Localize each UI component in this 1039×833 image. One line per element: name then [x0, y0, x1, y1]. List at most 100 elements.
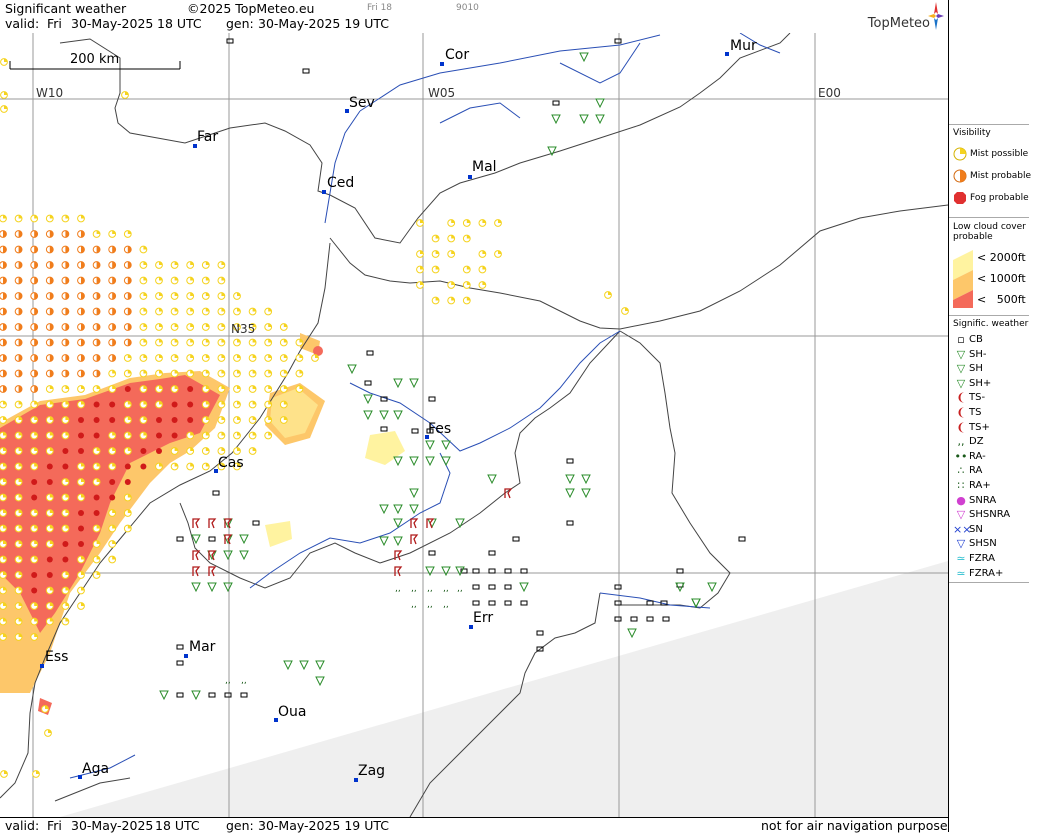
legend-sigwx-item: ▽ SH	[953, 361, 983, 376]
mist-possible-icon	[233, 307, 241, 316]
mist-possible-icon	[248, 307, 257, 316]
mist-possible-icon	[279, 400, 288, 409]
mist-possible-icon	[447, 296, 456, 305]
lowcloud-2000: < 2000ft	[977, 251, 1026, 264]
sigwx-symbol-icon: ××	[953, 522, 972, 536]
shower-icon	[425, 566, 435, 577]
mist-possible-icon	[233, 431, 241, 440]
mist-possible-icon	[61, 416, 70, 424]
city-label-ced: Ced	[327, 175, 355, 191]
mist-probable-icon	[77, 292, 85, 300]
drizzle-icon: ,,	[241, 676, 247, 686]
mist-possible-icon	[170, 354, 179, 362]
shower-icon	[519, 582, 529, 593]
sigwx-symbol-icon: ≃	[956, 552, 966, 565]
legend-divider	[949, 124, 1029, 125]
mist-probable-icon	[30, 276, 39, 285]
city-dot	[440, 62, 444, 66]
mist-possible-icon	[45, 416, 54, 424]
city-label-cor: Cor	[445, 47, 470, 63]
mist-possible-icon	[123, 400, 132, 409]
mist-probable-icon	[77, 307, 85, 316]
mist-probable-icon	[61, 338, 70, 347]
mist-possible-icon	[0, 447, 7, 455]
mist-possible-icon	[123, 509, 132, 517]
mist-possible-icon	[77, 602, 85, 610]
footer-valid-date: 30-May-2025	[71, 818, 154, 833]
mist-possible-icon	[416, 250, 424, 258]
mist-probable-icon	[0, 276, 7, 285]
thunderstorm-icon	[192, 518, 201, 529]
legend-sigwx-item: ❨ TS-	[953, 390, 985, 405]
mist-possible-icon	[279, 354, 288, 362]
city-label-mar: Mar	[189, 639, 216, 655]
mist-possible-icon	[155, 400, 163, 409]
legend-sigwx-item: ∷ RA+	[953, 478, 991, 493]
mist-possible-icon	[30, 447, 39, 455]
shower-icon	[581, 474, 591, 485]
mist-possible-icon	[462, 234, 471, 243]
mist-probable-icon	[92, 307, 101, 316]
mist-possible-icon	[139, 307, 148, 316]
mist-possible-icon	[201, 385, 210, 393]
fog-probable-icon	[93, 494, 100, 501]
shower-icon	[487, 474, 497, 485]
mist-possible-icon	[201, 416, 210, 424]
mist-possible-icon	[279, 338, 288, 347]
mist-possible-icon	[123, 524, 132, 533]
mist-possible-icon	[447, 250, 456, 258]
thunderstorm-icon	[394, 550, 403, 561]
mist-possible-icon	[61, 602, 70, 610]
shower-icon	[315, 660, 325, 671]
thunderstorm-icon	[426, 518, 435, 529]
mist-possible-icon	[431, 265, 440, 274]
mist-possible-icon	[217, 400, 226, 409]
shower-icon	[223, 582, 233, 593]
mist-possible-icon	[139, 323, 148, 331]
cb-icon	[662, 616, 670, 622]
mist-possible-icon	[30, 602, 39, 610]
mist-possible-icon	[0, 602, 7, 610]
mist-possible-icon	[108, 447, 117, 455]
cb-icon	[488, 600, 496, 606]
cb-icon	[472, 600, 480, 606]
mist-possible-icon	[30, 617, 39, 626]
mist-possible-icon	[61, 214, 70, 223]
mist-possible-icon	[14, 571, 23, 579]
mist-probable-icon	[108, 338, 117, 347]
shower-icon	[207, 582, 217, 593]
mist-possible-icon	[139, 245, 148, 254]
mist-possible-icon	[478, 250, 487, 258]
mist-possible-icon	[139, 431, 148, 440]
valid-time: 18 UTC	[157, 16, 202, 31]
mist-probable-icon	[77, 230, 85, 238]
shower-icon	[299, 660, 309, 671]
mist-possible-icon	[108, 555, 117, 564]
mist-possible-icon	[233, 400, 241, 409]
sigwx-item-label: SH	[969, 363, 983, 375]
mist-possible-icon	[139, 400, 148, 409]
mist-possible-icon	[201, 307, 210, 316]
mist-possible-icon	[61, 586, 70, 595]
mist-possible-icon	[248, 354, 257, 362]
mist-possible-icon	[264, 416, 273, 424]
mist-possible-icon	[0, 633, 7, 641]
mist-possible-icon	[264, 369, 273, 378]
mist-possible-icon	[264, 323, 273, 331]
fog-probable-icon	[187, 417, 194, 423]
mist-possible-icon	[45, 586, 54, 595]
city-label-err: Err	[473, 610, 494, 626]
shower-icon	[707, 582, 717, 593]
lowcloud-1000: < 1000ft	[977, 272, 1026, 285]
mist-possible-icon	[248, 385, 257, 393]
legend-lowcloud-title: Low cloud cover probable	[953, 222, 1026, 242]
cb-icon	[504, 600, 512, 606]
mist-probable-icon	[14, 261, 23, 269]
mist-possible-icon	[0, 91, 8, 99]
shower-icon	[455, 566, 465, 577]
fog-probable-icon	[124, 463, 131, 470]
mist-possible-icon	[201, 462, 210, 471]
grid-label-e00: E00	[818, 86, 841, 100]
mist-possible-icon	[170, 385, 179, 393]
sigwx-item-label: SHSN	[969, 538, 997, 550]
